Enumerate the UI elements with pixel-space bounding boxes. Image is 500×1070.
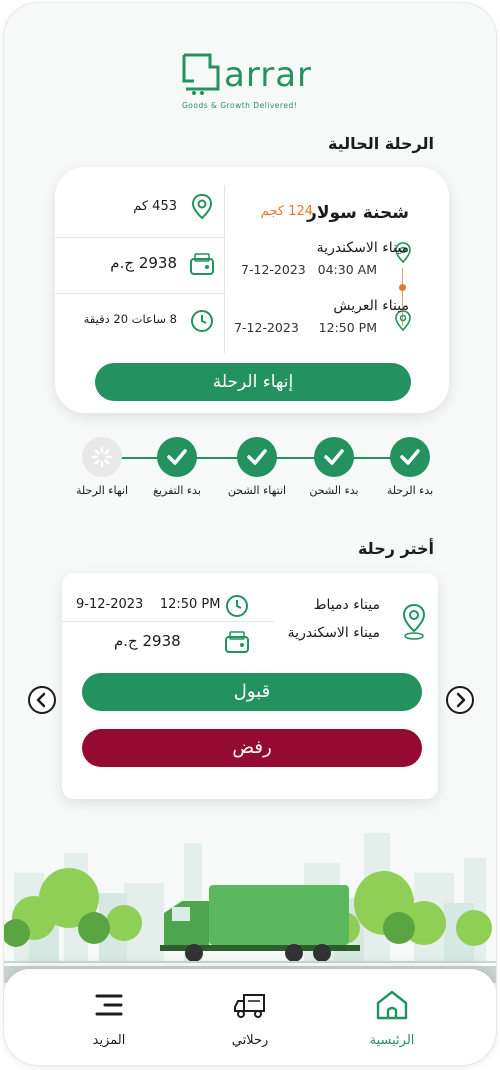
trip-offer-card: 9-12-2023 12:50 PM 2938 ج.م ميناء دمياط … — [62, 573, 438, 799]
step-start-trip: بدء الرحلة — [370, 437, 450, 497]
offer-price: 2938 ج.م — [114, 632, 181, 650]
trip-progress: انهاء الرحلة بدء التفريغ انتهاء الشحن بد… — [64, 437, 452, 503]
clock-icon — [191, 310, 213, 332]
step-end-loading: انتهاء الشحن — [217, 437, 297, 497]
step-start-unloading: بدء التفريغ — [137, 437, 217, 497]
duration-row: 8 ساعات 20 دقيقة — [55, 293, 225, 349]
check-icon — [390, 437, 430, 477]
check-icon — [157, 437, 197, 477]
offer-date: 9-12-2023 — [76, 597, 144, 612]
brand-name: arrar — [224, 55, 313, 95]
step-label: بدء الرحلة — [386, 484, 434, 497]
logo-mark-icon — [182, 53, 220, 95]
price-row: 2938 ج.م — [55, 237, 225, 293]
bottom-nav: الرئيسية رحلاتي المزيد — [4, 969, 496, 1065]
step-label: بدء الشحن — [309, 484, 359, 497]
current-trip-title: الرحلة الحالية — [327, 134, 434, 153]
shipment-weight: 124 كجم — [260, 204, 313, 219]
wallet-icon — [190, 253, 214, 275]
city-truck-illustration — [4, 833, 496, 983]
route-dot — [399, 284, 406, 291]
nav-more-label: المزيد — [92, 1033, 126, 1048]
distance-value: 453 كم — [133, 199, 177, 214]
offer-divider — [62, 621, 274, 622]
offer-datetime: 9-12-2023 12:50 PM — [76, 597, 220, 612]
nav-home-label: الرئيسية — [369, 1033, 415, 1048]
origin-time: 04:30 AM — [317, 262, 377, 277]
next-trip-button[interactable] — [446, 686, 474, 714]
duration-value: 8 ساعات 20 دقيقة — [83, 312, 177, 326]
offer-time: 12:50 PM — [159, 597, 221, 612]
wallet-icon — [225, 631, 249, 653]
truck-icon — [234, 994, 265, 1018]
clock-icon — [226, 595, 248, 617]
home-icon — [376, 990, 408, 1020]
step-label: انهاء الرحلة — [75, 484, 129, 497]
check-icon — [314, 437, 354, 477]
prev-trip-button[interactable] — [28, 686, 56, 714]
chevron-left-icon — [36, 692, 46, 708]
end-trip-button[interactable]: إنهاء الرحلة — [95, 363, 411, 401]
brand-tagline: Goods & Growth Delivered! — [182, 101, 298, 110]
location-pin-icon — [402, 603, 426, 640]
destination-date: 7-12-2023 — [234, 320, 299, 335]
offer-to-port: ميناء الاسكندرية — [287, 625, 380, 641]
reject-button[interactable]: رفض — [82, 729, 422, 767]
spinner-icon — [82, 437, 122, 477]
origin-port: ميناء الاسكندرية — [316, 240, 409, 256]
destination-port: ميناء العريش — [333, 298, 409, 314]
choose-trip-title: أختر رحلة — [357, 539, 434, 558]
offer-from-port: ميناء دمياط — [313, 597, 380, 613]
nav-home[interactable]: الرئيسية — [347, 989, 437, 1048]
step-label: انتهاء الشحن — [227, 484, 287, 497]
shipment-title: شحنة سولار — [307, 203, 409, 223]
step-start-loading: بدء الشحن — [294, 437, 374, 497]
chevron-right-icon — [456, 692, 466, 708]
step-end-trip: انهاء الرحلة — [62, 437, 142, 497]
accept-button[interactable]: قبول — [82, 673, 422, 711]
destination-datetime: 7-12-2023 12:50 PM — [234, 320, 377, 335]
step-label: بدء التفريغ — [153, 484, 201, 497]
distance-row: 453 كم — [55, 181, 225, 237]
nav-more[interactable]: المزيد — [64, 989, 154, 1048]
price-value: 2938 ج.م — [110, 254, 177, 272]
origin-datetime: 7-12-2023 04:30 AM — [241, 262, 377, 277]
destination-time: 12:50 PM — [318, 320, 377, 335]
current-trip-card: 453 كم 2938 ج.م 8 ساعات 20 دقيقة شحنة سو… — [55, 167, 449, 413]
phone-frame: arrar Goods & Growth Delivered! الرحلة ا… — [4, 3, 496, 1065]
check-icon — [237, 437, 277, 477]
location-pin-icon — [191, 193, 213, 220]
nav-my-trips[interactable]: رحلاتي — [205, 989, 295, 1048]
menu-icon — [95, 994, 123, 1016]
origin-date: 7-12-2023 — [241, 262, 306, 277]
nav-my-trips-label: رحلاتي — [231, 1033, 269, 1048]
